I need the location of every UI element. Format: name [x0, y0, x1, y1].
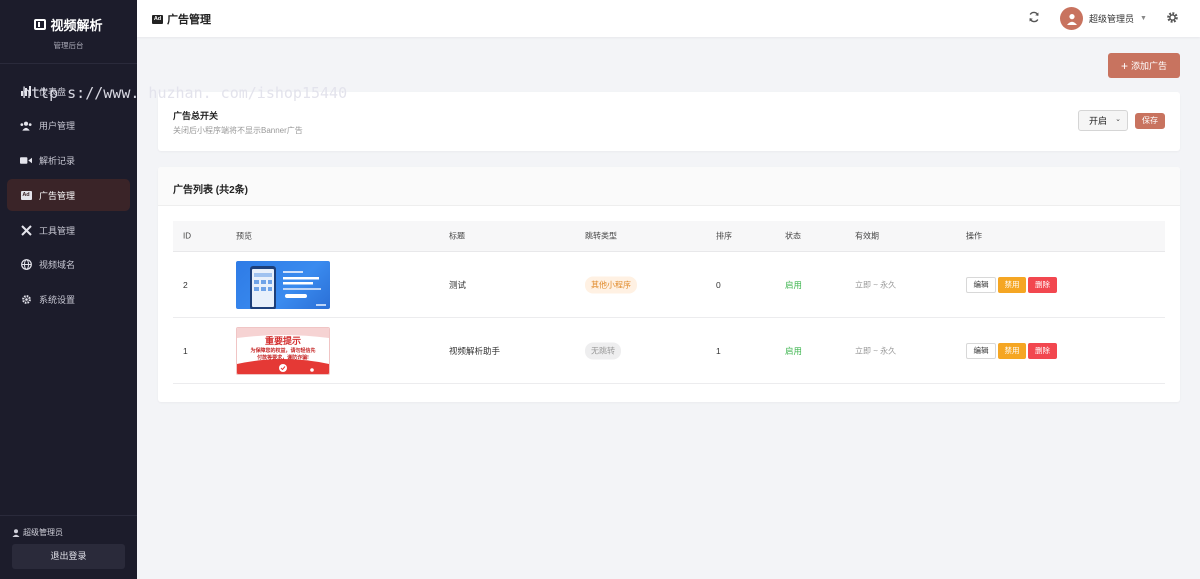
edit-button[interactable]: 编辑	[966, 342, 996, 359]
sidebar-footer: 超级管理员 退出登录	[0, 515, 137, 579]
film-icon	[34, 19, 47, 30]
sidebar-item-tools[interactable]: 工具管理	[7, 214, 130, 246]
column-header: ID	[183, 231, 191, 241]
thumb-heading: 重要提示	[264, 335, 301, 346]
column-header: 状态	[785, 231, 801, 241]
edit-button[interactable]: 编辑	[966, 276, 996, 293]
row-id: 2	[183, 279, 188, 290]
table-row: 2 测试 其他小程序 0 启用 立即 ~ 永久 编辑 禁用 删除	[173, 252, 1165, 318]
table-row: 1 重要提示 为保障您的权益，请勿轻信先 付款等要求，谨防诈骗! 视频解析助手 …	[173, 318, 1165, 384]
sidebar-item-settings[interactable]: 系统设置	[7, 284, 130, 316]
row-title: 测试	[449, 279, 467, 290]
row-id: 1	[183, 345, 188, 356]
jump-type-badge: 其他小程序	[585, 276, 637, 293]
status-badge: 启用	[785, 345, 803, 356]
ad-icon: Ad	[152, 14, 163, 24]
ad-table: ID 预览 标题 跳转类型 排序 状态 有效期 操作 2 测试 其他小程序 0 …	[173, 221, 1165, 384]
row-validity: 立即 ~ 永久	[855, 280, 897, 289]
jump-type-badge: 无跳转	[585, 342, 621, 359]
sidebar-item-label: 用户管理	[39, 121, 76, 132]
sidebar-item-label: 视频域名	[39, 260, 76, 271]
gear-icon[interactable]	[1166, 11, 1179, 24]
row-validity: 立即 ~ 永久	[855, 346, 897, 355]
column-header: 操作	[966, 231, 982, 241]
sidebar-item-ads[interactable]: Ad 广告管理	[7, 179, 130, 212]
column-header: 有效期	[855, 231, 879, 241]
column-header: 排序	[716, 231, 732, 241]
page-title-text: 广告管理	[167, 14, 211, 26]
chevron-updown-icon: ⌄	[1115, 116, 1121, 123]
disable-button[interactable]: 禁用	[998, 276, 1026, 293]
plus-icon: +	[1120, 58, 1128, 73]
user-icon	[12, 528, 20, 537]
column-header: 跳转类型	[585, 231, 617, 241]
switch-title: 广告总开关	[173, 111, 219, 121]
page-title: Ad 广告管理	[152, 11, 211, 27]
brand-title: 视频解析	[0, 15, 137, 34]
column-header: 标题	[449, 231, 465, 241]
user-name: 超级管理员	[1089, 14, 1135, 24]
current-user: 超级管理员	[12, 527, 63, 538]
delete-button[interactable]: 删除	[1028, 342, 1057, 359]
add-ad-button[interactable]: + 添加广告	[1108, 53, 1180, 78]
row-sort: 0	[716, 279, 721, 290]
sidebar-item-records[interactable]: 解析记录	[7, 145, 130, 177]
ad-preview-image[interactable]: 重要提示 为保障您的权益，请勿轻信先 付款等要求，谨防诈骗!	[236, 326, 330, 375]
ad-icon: Ad	[20, 190, 32, 200]
brand: 视频解析 管理后台	[0, 0, 137, 64]
globe-icon	[20, 259, 32, 271]
users-icon	[20, 121, 32, 131]
brand-title-text: 视频解析	[50, 18, 103, 33]
row-title: 视频解析助手	[449, 345, 501, 356]
ad-preview-image[interactable]	[236, 260, 330, 309]
gear-icon	[20, 295, 32, 305]
column-header: 预览	[236, 231, 252, 241]
avatar	[1060, 7, 1083, 30]
thumb-line2: 付款等要求，谨防诈骗!	[257, 354, 309, 361]
sidebar-item-label: 工具管理	[39, 225, 76, 236]
sidebar-item-label: 解析记录	[39, 156, 76, 167]
list-header	[158, 167, 1180, 206]
sidebar-nav: 仪表盘 用户管理 解析记录 Ad 广告管理 工具管理 视频域名 系统设置	[0, 75, 137, 316]
save-button[interactable]: 保存	[1135, 113, 1165, 129]
switch-select-value: 开启	[1089, 116, 1108, 126]
sidebar-item-domains[interactable]: 视频域名	[7, 249, 130, 281]
chevron-down-icon: ▼	[1140, 15, 1147, 22]
logout-button[interactable]: 退出登录	[12, 544, 125, 569]
table-header: ID 预览 标题 跳转类型 排序 状态 有效期 操作	[173, 221, 1165, 252]
list-title: 广告列表 (共2条)	[173, 185, 248, 196]
delete-button[interactable]: 删除	[1028, 276, 1057, 293]
status-badge: 启用	[785, 279, 803, 290]
user-icon	[1066, 13, 1077, 25]
switch-select[interactable]: 开启 ⌄	[1078, 110, 1128, 131]
sidebar-item-label: 广告管理	[39, 190, 76, 201]
switch-description: 关闭后小程序端将不显示Banner广告	[173, 126, 303, 135]
tools-icon	[20, 224, 32, 236]
sidebar-item-users[interactable]: 用户管理	[7, 110, 130, 142]
thumb-line1: 为保障您的权益，请勿轻信先	[250, 347, 316, 354]
disable-button[interactable]: 禁用	[998, 342, 1026, 359]
user-menu[interactable]: 超级管理员 ▼	[1060, 7, 1147, 30]
watermark-text: http s://www. huzhan. com/ishop15440	[22, 84, 348, 102]
brand-subtitle: 管理后台	[53, 41, 84, 50]
current-user-name: 超级管理员	[23, 528, 63, 537]
sidebar-item-label: 系统设置	[39, 295, 76, 306]
add-ad-label: 添加广告	[1131, 61, 1168, 71]
ad-list-card: 广告列表 (共2条) ID 预览 标题 跳转类型 排序 状态 有效期 操作 2	[158, 167, 1180, 402]
refresh-icon[interactable]	[1028, 11, 1040, 23]
video-icon	[20, 156, 32, 166]
topbar: Ad 广告管理 超级管理员 ▼	[137, 0, 1200, 37]
row-sort: 1	[716, 345, 721, 356]
